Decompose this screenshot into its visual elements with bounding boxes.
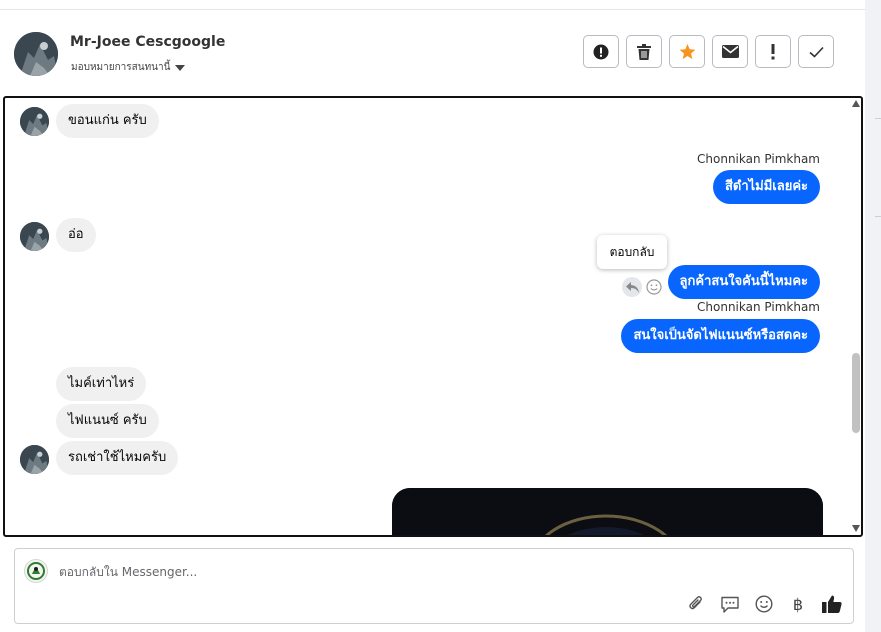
rail-tick xyxy=(875,118,881,119)
trash-icon xyxy=(637,43,651,60)
reply-icon[interactable] xyxy=(622,277,642,297)
done-button[interactable] xyxy=(798,35,834,68)
sender-name: Chonnikan Pimkham xyxy=(697,152,820,166)
caret-down-icon xyxy=(175,64,186,71)
rail-tick xyxy=(875,216,881,217)
star-icon xyxy=(679,43,695,59)
exclamation-circle-icon xyxy=(593,44,609,59)
incoming-message[interactable]: อ่อ xyxy=(56,218,96,252)
image-message[interactable] xyxy=(392,488,823,535)
mail-button[interactable] xyxy=(712,35,748,68)
outgoing-message[interactable]: สีดำไม่มีเลยค่ะ xyxy=(712,170,820,204)
assign-label: มอบหมายการสนทนานี้ xyxy=(71,62,171,73)
conversation-header: Mr-Joee Cescgoogle มอบหมายการสนทนานี้ xyxy=(0,10,865,94)
outgoing-message[interactable]: สนใจเป็นจัดไฟแนนซ์หรือสดคะ xyxy=(621,319,820,353)
scroll-up-arrow-icon[interactable] xyxy=(852,100,860,107)
star-button[interactable] xyxy=(669,35,705,68)
outgoing-message[interactable]: ลูกค้าสนใจคันนี้ไหมคะ xyxy=(667,265,820,299)
contact-avatar[interactable] xyxy=(14,32,58,76)
incoming-message[interactable]: ไฟแนนซ์ ครับ xyxy=(56,404,159,438)
page-avatar xyxy=(24,559,48,583)
contact-avatar xyxy=(20,222,49,251)
envelope-icon xyxy=(721,45,739,58)
thumbs-up-icon[interactable] xyxy=(821,593,843,615)
baht-icon[interactable]: ฿ xyxy=(787,593,809,615)
messenger-reply-input[interactable]: ตอบกลับใน Messenger... xyxy=(59,563,197,582)
paperclip-icon[interactable] xyxy=(685,593,707,615)
incoming-message[interactable]: ขอนแก่น ครับ xyxy=(56,104,159,138)
composer-actions: ฿ xyxy=(685,593,843,615)
header-toolbar xyxy=(583,35,834,68)
reply-composer: ตอบกลับใน Messenger... ฿ xyxy=(14,548,854,624)
contact-avatar xyxy=(20,445,49,474)
sender-name: Chonnikan Pimkham xyxy=(697,300,820,314)
alert-circle-button[interactable] xyxy=(583,35,619,68)
scrollbar-thumb[interactable] xyxy=(852,353,860,433)
incoming-message[interactable]: รถเช่าใช้ไหมครับ xyxy=(56,441,179,475)
incoming-message[interactable]: ไมค์เท่าไหร่ xyxy=(56,367,147,401)
right-rail xyxy=(865,0,881,632)
emoji-icon[interactable] xyxy=(753,593,775,615)
delete-button[interactable] xyxy=(626,35,662,68)
assign-conversation-dropdown[interactable]: มอบหมายการสนทนานี้ xyxy=(71,60,186,75)
message-thread[interactable]: ขอนแก่น ครับ Chonnikan Pimkham สีดำไม่มี… xyxy=(3,96,863,537)
saved-reply-icon[interactable] xyxy=(719,593,741,615)
contact-avatar xyxy=(20,107,49,136)
checkmark-icon xyxy=(808,46,824,58)
important-button[interactable] xyxy=(755,35,791,68)
exclamation-icon xyxy=(771,43,775,59)
contact-name: Mr-Joee Cescgoogle xyxy=(70,34,226,50)
scroll-down-arrow-icon[interactable] xyxy=(852,525,860,532)
reply-tooltip: ตอบกลับ xyxy=(597,235,667,269)
react-emoji-icon[interactable] xyxy=(645,278,663,296)
